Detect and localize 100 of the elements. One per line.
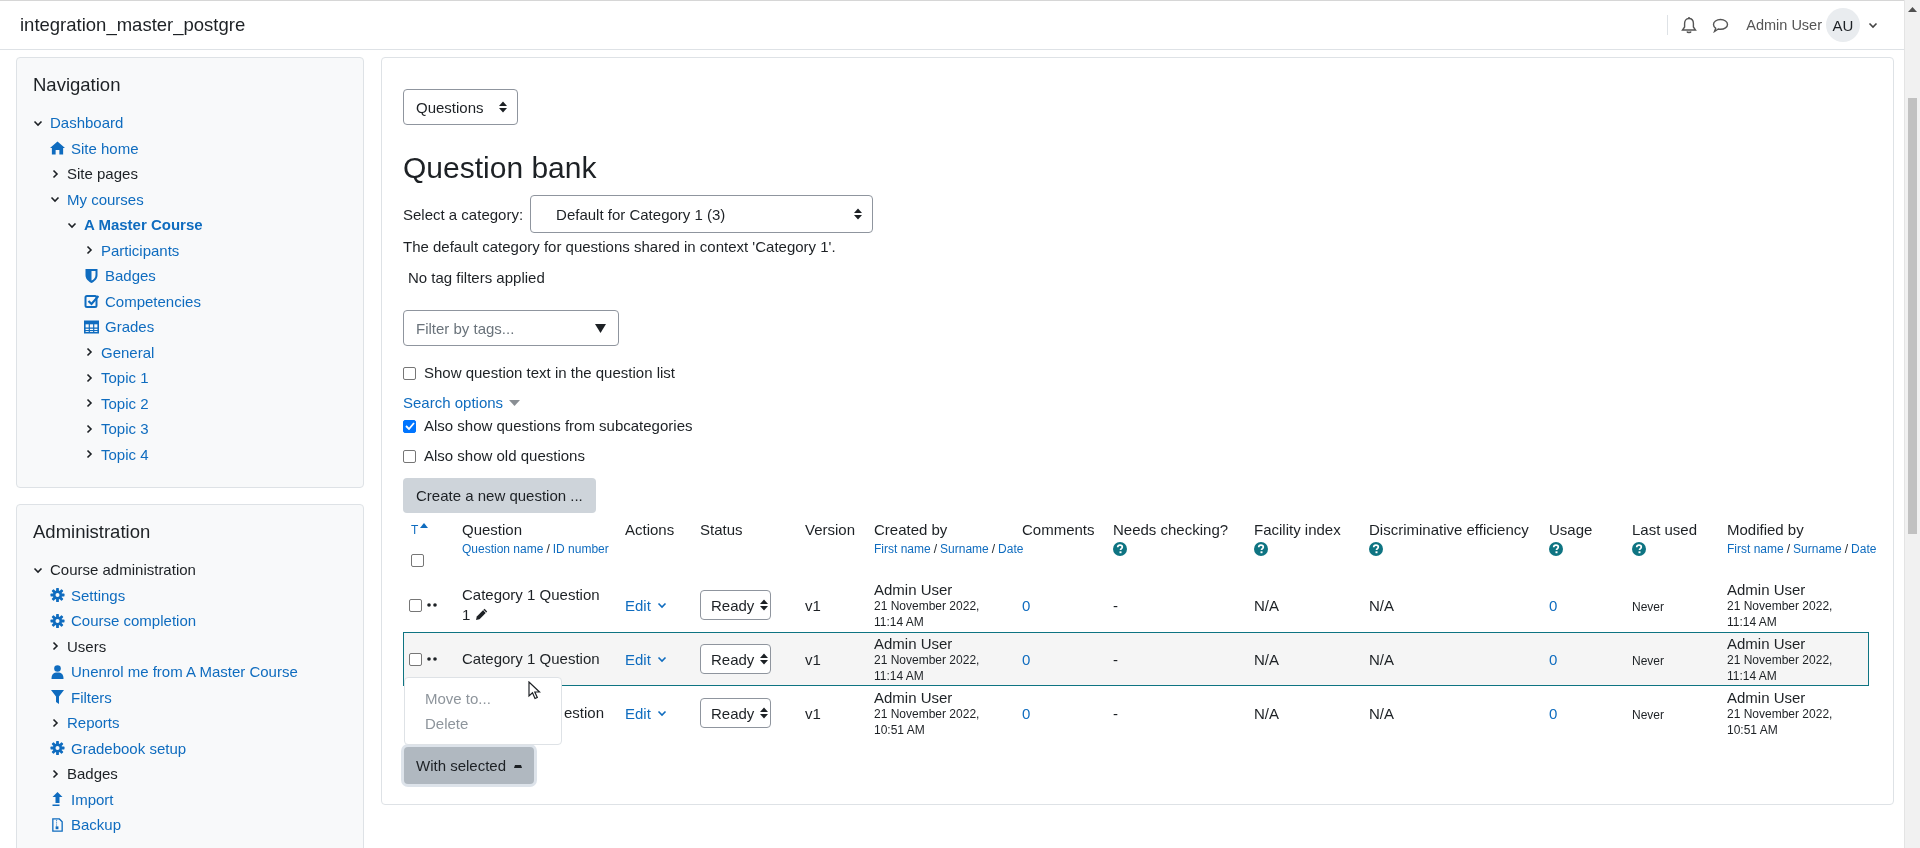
- chevron-right-icon[interactable]: [84, 423, 94, 434]
- chevron-right-icon[interactable]: [84, 449, 94, 460]
- chevron-right-icon[interactable]: [50, 768, 60, 779]
- nav-link[interactable]: My courses: [67, 190, 144, 208]
- nav-link[interactable]: Topic 2: [101, 394, 149, 412]
- chat-icon[interactable]: [1712, 17, 1730, 33]
- nav-link[interactable]: Topic 4: [101, 445, 149, 463]
- drag-dots-icon[interactable]: [427, 657, 437, 661]
- bell-icon[interactable]: [1681, 16, 1698, 34]
- status-select[interactable]: Ready: [700, 644, 771, 674]
- checkbox[interactable]: [403, 419, 416, 433]
- chevron-right-icon[interactable]: [84, 372, 94, 383]
- sort-link[interactable]: First name: [1727, 542, 1784, 556]
- status-select[interactable]: Ready: [700, 590, 771, 620]
- nav-link[interactable]: Participants: [101, 241, 180, 259]
- separator-text: /: [991, 542, 996, 556]
- sort-link[interactable]: Surname: [1793, 542, 1842, 556]
- nav-link[interactable]: Competencies: [105, 292, 201, 310]
- chevron-right-icon[interactable]: [84, 245, 94, 256]
- usage-link[interactable]: 0: [1549, 596, 1558, 614]
- scroll-up-icon[interactable]: [1908, 7, 1917, 12]
- nav-link[interactable]: Badges: [105, 267, 156, 285]
- help-icon[interactable]: [1632, 542, 1646, 556]
- chevron-right-icon[interactable]: [50, 168, 60, 179]
- help-icon[interactable]: [1369, 542, 1383, 556]
- site-name[interactable]: integration_master_postgre: [20, 14, 246, 36]
- sort-link[interactable]: Date: [1851, 542, 1877, 556]
- edit-menu-link[interactable]: Edit: [625, 650, 668, 668]
- last-used-text: Never: [1632, 653, 1664, 668]
- create-question-button[interactable]: Create a new question ...: [403, 478, 596, 513]
- nav-link[interactable]: Course completion: [71, 612, 197, 630]
- nav-link[interactable]: Filters: [71, 688, 112, 706]
- chevron-down-icon: [656, 654, 667, 664]
- nav-link[interactable]: Unenrol me from A Master Course: [71, 663, 298, 681]
- checkbox[interactable]: [409, 598, 422, 612]
- nav-link[interactable]: Gradebook setup: [71, 739, 187, 757]
- user-avatar[interactable]: AU: [1826, 8, 1860, 42]
- nav-item[interactable]: Badges: [67, 765, 118, 783]
- tag-status-text: No tag filters applied: [407, 268, 546, 288]
- chevron-right-icon[interactable]: [84, 398, 94, 409]
- search-options-link[interactable]: Search options: [403, 393, 504, 413]
- user-name-text: Admin User: [1727, 580, 1807, 598]
- help-icon[interactable]: [1113, 542, 1127, 556]
- user-menu-caret-icon[interactable]: [1868, 20, 1878, 30]
- checkbox[interactable]: [403, 366, 416, 380]
- help-icon[interactable]: [1549, 542, 1563, 556]
- comments-link[interactable]: 0: [1022, 704, 1031, 722]
- tag-filter-field[interactable]: Filter by tags...: [403, 310, 619, 346]
- scrollbar[interactable]: [1904, 0, 1920, 848]
- nav-link[interactable]: General: [101, 343, 155, 361]
- nav-link[interactable]: Settings: [71, 586, 126, 604]
- nav-link[interactable]: A Master Course: [84, 216, 203, 234]
- comments-link[interactable]: 0: [1022, 596, 1031, 614]
- chevron-down-icon[interactable]: [50, 194, 60, 205]
- sort-link[interactable]: Date: [998, 542, 1024, 556]
- nav-link[interactable]: Topic 1: [101, 369, 149, 387]
- drag-dots-icon[interactable]: [427, 603, 437, 607]
- usage-link[interactable]: 0: [1549, 650, 1558, 668]
- checkbox-label[interactable]: Also show old questions: [424, 446, 585, 466]
- table-icon: [84, 319, 99, 334]
- checkbox[interactable]: [403, 449, 416, 463]
- chevron-right-icon[interactable]: [50, 717, 60, 728]
- edit-menu-link[interactable]: Edit: [625, 596, 668, 614]
- sort-link[interactable]: Question name: [462, 542, 544, 556]
- sort-link[interactable]: T: [411, 520, 419, 540]
- nav-link[interactable]: Backup: [71, 816, 122, 834]
- usage-link[interactable]: 0: [1549, 704, 1558, 722]
- version-text: v1: [805, 650, 821, 668]
- chevron-right-icon[interactable]: [50, 641, 60, 652]
- pencil-icon[interactable]: [474, 608, 488, 621]
- status-select[interactable]: Ready: [700, 698, 771, 728]
- checkbox-label[interactable]: Show question text in the question list: [424, 363, 675, 383]
- checkbox[interactable]: [409, 652, 422, 666]
- comments-link[interactable]: 0: [1022, 650, 1031, 668]
- scrollbar-thumb[interactable]: [1908, 98, 1917, 534]
- category-select[interactable]: Default for Category 1 (3): [530, 195, 874, 233]
- nav-item[interactable]: Course administration: [50, 561, 196, 579]
- chevron-right-icon[interactable]: [84, 347, 94, 358]
- sort-link[interactable]: First name: [874, 542, 931, 556]
- nav-item[interactable]: Users: [67, 637, 107, 655]
- select-all-checkbox[interactable]: [411, 554, 424, 567]
- help-icon[interactable]: [1254, 542, 1268, 556]
- nav-link[interactable]: Site home: [71, 139, 139, 157]
- nav-link[interactable]: Grades: [105, 318, 155, 336]
- edit-menu-link[interactable]: Edit: [625, 704, 668, 722]
- nav-item[interactable]: Site pages: [67, 165, 138, 183]
- nav-link[interactable]: Dashboard: [50, 114, 124, 132]
- nav-link[interactable]: Topic 3: [101, 420, 149, 438]
- nav-link[interactable]: Reports: [67, 714, 120, 732]
- gear-icon: [50, 588, 65, 603]
- sort-link[interactable]: ID number: [552, 542, 609, 556]
- caret-down-icon[interactable]: [509, 400, 521, 406]
- nav-link[interactable]: Import: [71, 790, 114, 808]
- date-text: 21 November 2022, 10:51 AM: [874, 705, 981, 738]
- question-name: Category 1 Question 1: [462, 585, 601, 625]
- with-selected-button[interactable]: With selected: [404, 747, 535, 784]
- checkbox-label[interactable]: Also show questions from subcategories: [424, 416, 693, 436]
- sort-link[interactable]: Surname: [940, 542, 989, 556]
- page-select[interactable]: Questions: [403, 89, 518, 125]
- user-name[interactable]: Admin User: [1746, 17, 1822, 33]
